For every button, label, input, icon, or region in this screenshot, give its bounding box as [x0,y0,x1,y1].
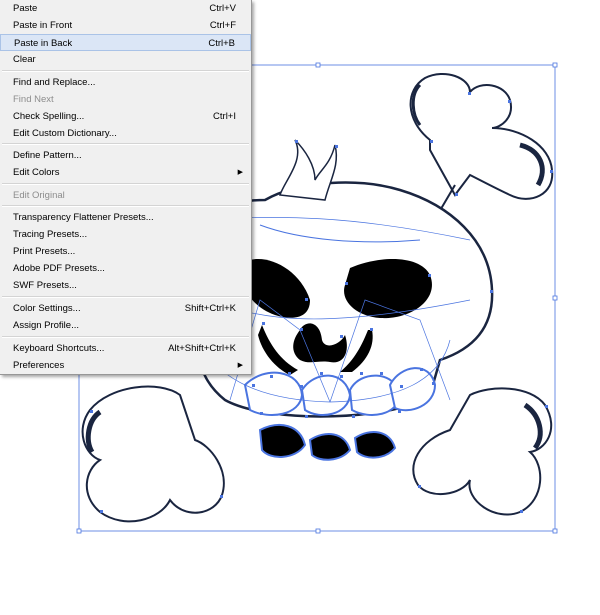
menu-item-shortcut: Alt+Shift+Ctrl+K [168,343,236,354]
menu-item-label: Color Settings... [13,303,81,314]
menu-item-label: Transparency Flattener Presets... [13,212,154,223]
menu-item-paste-in-front[interactable]: Paste in Front Ctrl+F [0,17,251,34]
menu-item-edit-custom-dictionary[interactable]: Edit Custom Dictionary... [0,125,251,142]
menu-item-keyboard-shortcuts[interactable]: Keyboard Shortcuts... Alt+Shift+Ctrl+K [0,340,251,357]
menu-item-label: Paste in Front [13,20,73,31]
menu-separator [2,336,249,338]
menu-item-shortcut: Shift+Ctrl+K [184,303,236,314]
menu-item-label: Edit Colors [13,167,60,178]
menu-separator [2,70,249,72]
menu-item-shortcut: Ctrl+F [209,20,236,31]
menu-item-label: Edit Original [13,190,65,201]
menu-item-preferences[interactable]: Preferences ▶ [0,357,251,374]
crossbone-right-top [409,73,554,200]
menu-item-label: Find Next [13,94,54,105]
menu-item-find-and-replace[interactable]: Find and Replace... [0,74,251,91]
menu-item-label: Edit Custom Dictionary... [13,128,117,139]
menu-item-define-pattern[interactable]: Define Pattern... [0,147,251,164]
menu-item-label: Assign Profile... [13,320,79,331]
menu-separator [2,296,249,298]
menu-item-transparency-flattener-presets[interactable]: Transparency Flattener Presets... [0,209,251,226]
menu-item-label: Print Presets... [13,246,76,257]
menu-item-label: Tracing Presets... [13,229,88,240]
menu-item-color-settings[interactable]: Color Settings... Shift+Ctrl+K [0,300,251,317]
menu-item-paste[interactable]: Paste Ctrl+V [0,0,251,17]
menu-separator [2,183,249,185]
menu-item-check-spelling[interactable]: Check Spelling... Ctrl+I [0,108,251,125]
menu-item-assign-profile[interactable]: Assign Profile... [0,317,251,334]
menu-separator [2,143,249,145]
menu-item-label: Keyboard Shortcuts... [13,343,105,354]
menu-item-shortcut: Ctrl+I [213,111,236,122]
menu-item-find-next[interactable]: Find Next [0,91,251,108]
menu-item-label: Clear [13,54,36,65]
menu-item-label: Define Pattern... [13,150,82,161]
crossbone-left-bottom [81,385,225,523]
menu-item-clear[interactable]: Clear [0,51,251,68]
crossbone-right-bottom [412,387,553,516]
edit-menu-dropdown[interactable]: Paste Ctrl+V Paste in Front Ctrl+F Paste in … [0,0,252,375]
menu-item-label: Preferences [13,360,65,371]
menu-item-label: Adobe PDF Presets... [13,263,105,274]
menu-item-label: Paste [13,3,38,14]
menu-item-label: Find and Replace... [13,77,96,88]
menu-item-label: Check Spelling... [13,111,85,122]
menu-item-label: Paste in Back [14,38,73,49]
menu-item-paste-in-back[interactable]: Paste in Back Ctrl+B [0,34,251,51]
menu-item-print-presets[interactable]: Print Presets... [0,243,251,260]
submenu-arrow-icon: ▶ [237,362,243,369]
menu-item-edit-colors[interactable]: Edit Colors ▶ [0,164,251,181]
menu-item-label: SWF Presets... [13,280,77,291]
menu-item-tracing-presets[interactable]: Tracing Presets... [0,226,251,243]
menu-item-edit-original[interactable]: Edit Original [0,187,251,204]
skull-flame [278,139,337,201]
menu-separator [2,205,249,207]
menu-item-shortcut: Ctrl+B [208,38,235,49]
menu-item-adobe-pdf-presets[interactable]: Adobe PDF Presets... [0,260,251,277]
submenu-arrow-icon: ▶ [237,169,243,176]
menu-item-shortcut: Ctrl+V [209,3,236,14]
menu-item-swf-presets[interactable]: SWF Presets... [0,277,251,294]
